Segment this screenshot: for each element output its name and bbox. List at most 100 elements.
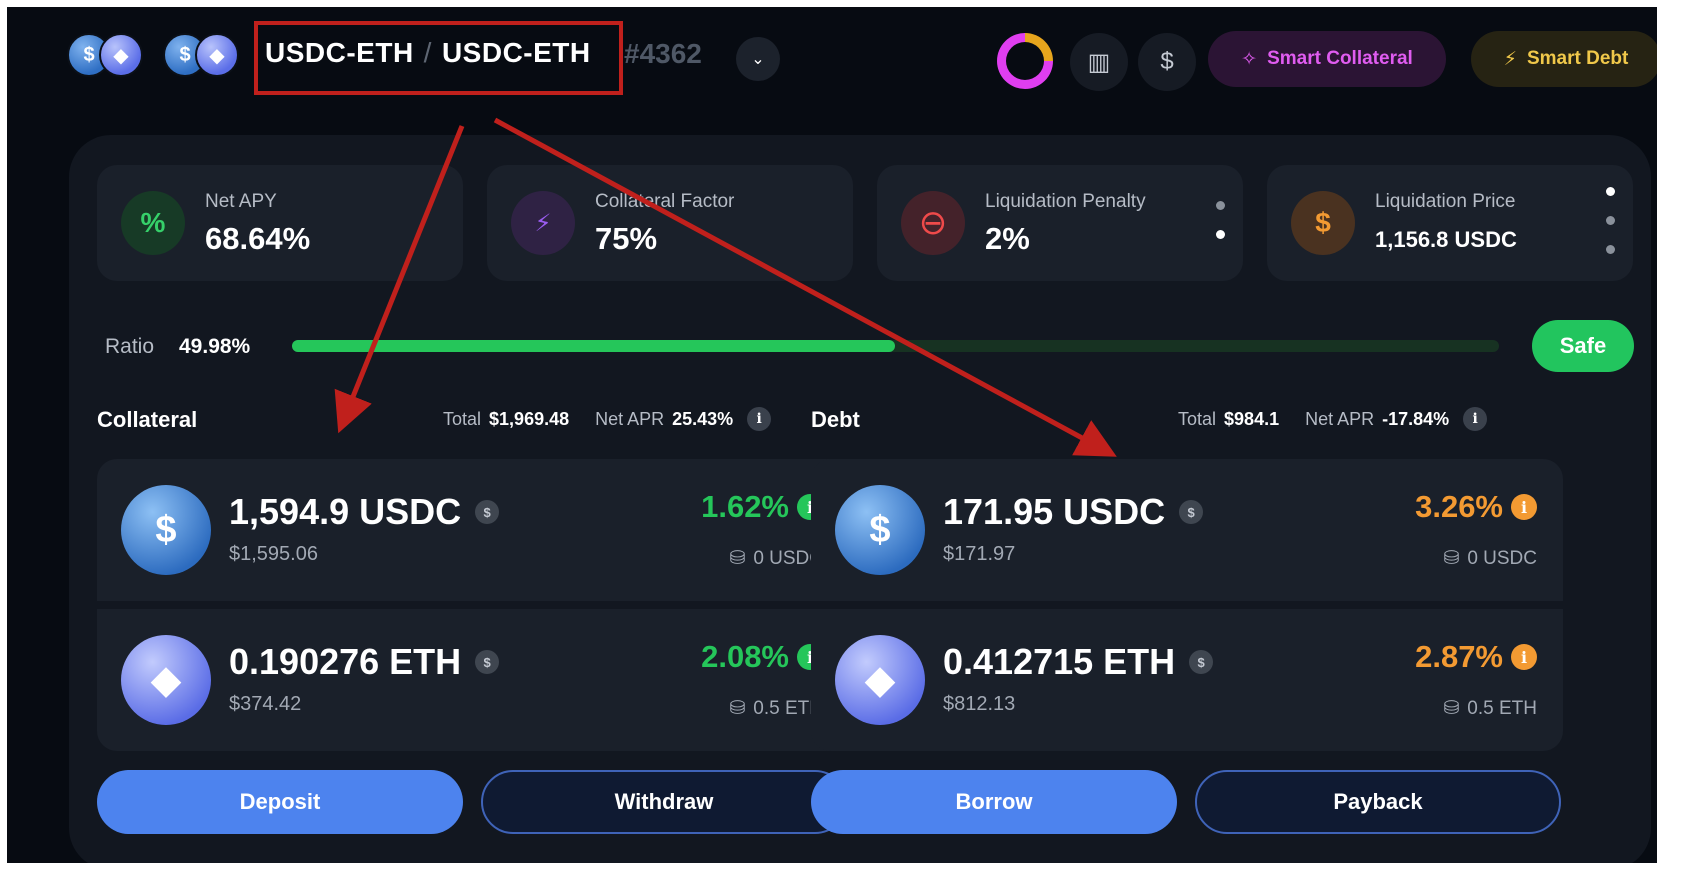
deposit-button[interactable]: Deposit bbox=[97, 770, 463, 834]
stat-card-net-apy: % Net APY 68.64% bbox=[97, 165, 463, 281]
ratio-value: 49.98% bbox=[179, 335, 251, 358]
asset-rate: 1.62% i bbox=[701, 489, 823, 525]
info-icon[interactable]: i bbox=[1511, 644, 1537, 670]
apr-value: -17.84% bbox=[1382, 408, 1450, 429]
asset-sub: ⛁ 0.5 ETH bbox=[1443, 697, 1537, 720]
asset-sub: ⛁ 0 USDC bbox=[1443, 547, 1537, 570]
minus-circle-icon: ⊖ bbox=[901, 191, 965, 255]
asset-rate-text: 1.62% bbox=[701, 489, 789, 524]
info-icon[interactable]: i bbox=[1511, 494, 1537, 520]
asset-amount: 0.412715 ETH $ bbox=[943, 641, 1214, 683]
status-badge: Safe bbox=[1532, 320, 1634, 372]
debt-title: Debt bbox=[811, 407, 860, 432]
position-id: #4362 bbox=[624, 38, 702, 69]
asset-amount-text: 171.95 USDC bbox=[943, 491, 1166, 532]
coins-icon: ⛁ bbox=[729, 548, 746, 569]
percent-icon: % bbox=[121, 191, 185, 255]
app-frame: $ ◆ $ ◆ USDC-ETH / USDC-ETH #4362 ⌄ ▥ $ ✧ … bbox=[7, 7, 1657, 863]
stat-value: 75% bbox=[595, 221, 658, 256]
stat-card-liquidation-penalty: ⊖ Liquidation Penalty 2% bbox=[877, 165, 1243, 281]
dot[interactable] bbox=[1216, 201, 1225, 210]
asset-amount-text: 0.190276 ETH bbox=[229, 641, 462, 682]
asset-amount: 1,594.9 USDC $ bbox=[229, 491, 500, 533]
dollar-icon: $ bbox=[1291, 191, 1355, 255]
payback-button[interactable]: Payback bbox=[1195, 770, 1561, 834]
smart-debt-label: Smart Debt bbox=[1526, 48, 1629, 69]
total-label: Total bbox=[443, 408, 482, 429]
health-ring-icon[interactable] bbox=[997, 33, 1053, 89]
asset-usd-value: $812.13 bbox=[943, 693, 1016, 715]
dollar-icon: $ bbox=[475, 650, 500, 674]
dot[interactable] bbox=[1606, 245, 1615, 254]
ratio-label: Ratio bbox=[105, 335, 155, 358]
asset-amount: 171.95 USDC $ bbox=[943, 491, 1204, 533]
borrow-button[interactable]: Borrow bbox=[811, 770, 1177, 834]
debt-asset-eth[interactable]: ◆ 0.412715 ETH $ $812.13 2.87% i ⛁ 0.5 ETH bbox=[811, 609, 1563, 751]
usdc-icon: $ bbox=[121, 485, 211, 575]
dollar-icon: $ bbox=[475, 500, 500, 524]
apr-value: 25.43% bbox=[672, 408, 734, 429]
eth-icon: ◆ bbox=[121, 635, 211, 725]
smart-debt-button[interactable]: ⚡ Smart Debt bbox=[1471, 31, 1657, 87]
chart-icon: ▥ bbox=[1087, 48, 1111, 76]
pair-icons-right: $ ◆ bbox=[163, 33, 239, 77]
collateral-asset-usdc[interactable]: $ 1,594.9 USDC $ $1,595.06 1.62% i ⛁ 0 USDC bbox=[97, 459, 849, 601]
eth-icon: ◆ bbox=[835, 635, 925, 725]
stat-value: 68.64% bbox=[205, 221, 311, 256]
chart-button[interactable]: ▥ bbox=[1070, 33, 1128, 91]
apr-label: Net APR bbox=[1305, 408, 1375, 429]
smart-collateral-button[interactable]: ✧ Smart Collateral bbox=[1208, 31, 1446, 87]
info-icon[interactable]: i bbox=[747, 407, 772, 431]
position-dropdown-button[interactable]: ⌄ bbox=[736, 37, 780, 81]
stat-card-liquidation-price: $ Liquidation Price 1,156.8 USDC bbox=[1267, 165, 1633, 281]
apr-label: Net APR bbox=[595, 408, 665, 429]
eth-icon: ◆ bbox=[99, 33, 143, 77]
dollar-icon: $ bbox=[1179, 500, 1204, 524]
usdc-icon: $ bbox=[835, 485, 925, 575]
carousel-dots[interactable] bbox=[1606, 187, 1615, 254]
position-panel: % Net APY 68.64% ⚡ Collateral Factor 75%… bbox=[69, 135, 1651, 863]
lightning-icon: ⚡ bbox=[511, 191, 575, 255]
asset-sub-text: 0 USDC bbox=[1467, 547, 1537, 569]
dollar-icon: $ bbox=[1189, 650, 1214, 674]
withdraw-button[interactable]: Withdraw bbox=[481, 770, 847, 834]
sparkle-icon: ✧ bbox=[1241, 48, 1258, 70]
debt-asset-usdc[interactable]: $ 171.95 USDC $ $171.97 3.26% i ⛁ 0 USDC bbox=[811, 459, 1563, 601]
asset-rate-text: 2.08% bbox=[701, 639, 789, 674]
collateral-title: Collateral bbox=[97, 407, 198, 432]
pair-icons-left: $ ◆ bbox=[67, 33, 143, 77]
chevron-down-icon: ⌄ bbox=[751, 51, 765, 68]
info-icon[interactable]: i bbox=[1463, 407, 1488, 431]
annotation-highlight-box bbox=[254, 21, 623, 95]
asset-usd-value: $171.97 bbox=[943, 543, 1016, 565]
asset-sub: ⛁ 0.5 ETH bbox=[729, 697, 823, 720]
total-value: $984.1 bbox=[1224, 408, 1280, 429]
asset-sub-text: 0.5 ETH bbox=[1467, 697, 1537, 719]
coins-icon: ⛁ bbox=[729, 698, 746, 719]
stat-value: 2% bbox=[985, 221, 1030, 256]
asset-rate: 3.26% i bbox=[1415, 489, 1537, 525]
stat-label: Liquidation Price bbox=[1375, 191, 1516, 212]
dot-active[interactable] bbox=[1216, 230, 1225, 239]
dot[interactable] bbox=[1606, 216, 1615, 225]
stat-value: 1,156.8 USDC bbox=[1375, 227, 1517, 252]
asset-rate: 2.87% i bbox=[1415, 639, 1537, 675]
asset-rate-text: 3.26% bbox=[1415, 489, 1503, 524]
carousel-dots[interactable] bbox=[1216, 201, 1225, 239]
stat-label: Collateral Factor bbox=[595, 191, 735, 212]
coins-icon: ⛁ bbox=[1443, 548, 1460, 569]
collateral-asset-eth[interactable]: ◆ 0.190276 ETH $ $374.42 2.08% i ⛁ 0.5 ETH bbox=[97, 609, 849, 751]
collateral-summary: Total $1,969.48 Net APR 25.43% i bbox=[443, 407, 772, 431]
dot-active[interactable] bbox=[1606, 187, 1615, 196]
dollar-icon: $ bbox=[1160, 48, 1174, 75]
eth-icon: ◆ bbox=[195, 33, 239, 77]
total-label: Total bbox=[1178, 408, 1217, 429]
asset-usd-value: $1,595.06 bbox=[229, 543, 318, 565]
coins-icon: ⛁ bbox=[1443, 698, 1460, 719]
currency-button[interactable]: $ bbox=[1138, 33, 1196, 91]
asset-amount-text: 1,594.9 USDC bbox=[229, 491, 462, 532]
asset-amount: 0.190276 ETH $ bbox=[229, 641, 500, 683]
asset-usd-value: $374.42 bbox=[229, 693, 302, 715]
ratio-progress-fill bbox=[292, 340, 896, 352]
asset-amount-text: 0.412715 ETH bbox=[943, 641, 1176, 682]
